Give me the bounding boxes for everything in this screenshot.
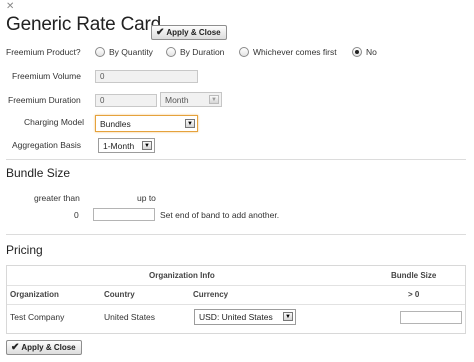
radio-by-duration-label[interactable]: By Duration [180,47,224,57]
section-divider [6,234,466,235]
greater-than-value: 0 [74,210,79,220]
pricing-title: Pricing [6,243,43,257]
charging-model-select[interactable]: Bundles ▼ [95,115,198,132]
apply-close-button-bottom[interactable]: ✔ Apply & Close [6,340,82,355]
radio-no[interactable] [352,47,362,57]
radio-by-duration[interactable] [166,47,176,57]
radio-by-quantity[interactable] [95,47,105,57]
checkmark-icon: ✔ [156,26,165,38]
row-currency-select[interactable]: USD: United States ▼ [194,309,296,325]
up-to-input[interactable] [93,208,155,221]
up-to-label: up to [137,193,156,203]
apply-close-label: Apply & Close [166,28,221,37]
duration-unit-value: Month [165,95,189,105]
freemium-duration-input[interactable]: 0 [95,94,157,107]
page-title: Generic Rate Card [6,14,162,35]
checkmark-icon: ✔ [11,341,20,353]
chevron-down-icon: ▼ [283,312,293,321]
section-divider [6,159,466,160]
row-country: United States [104,312,156,322]
freemium-product-label: Freemium Product? [6,47,81,57]
row-currency-value: USD: United States [199,312,273,322]
bundle-size-title: Bundle Size [6,166,71,180]
charging-model-value: Bundles [100,119,131,129]
bundle-hint: Set end of band to add another. [160,210,280,220]
column-header-currency: Currency [193,290,229,299]
aggregation-basis-value: 1-Month [103,141,135,151]
radio-whichever-first[interactable] [239,47,249,57]
apply-close-label: Apply & Close [21,343,76,352]
freemium-volume-label: Freemium Volume [12,71,81,81]
chevron-down-icon: ▼ [185,119,195,128]
chevron-down-icon: ▼ [142,141,152,150]
row-organization: Test Company [10,312,65,322]
chevron-down-icon: ▼ [209,95,219,104]
column-header-organization: Organization [10,290,59,299]
group-header-bundle-size: Bundle Size [391,271,437,280]
freemium-duration-unit-select[interactable]: Month ▼ [160,92,222,107]
aggregation-basis-select[interactable]: 1-Month ▼ [98,138,155,153]
radio-by-quantity-label[interactable]: By Quantity [109,47,153,57]
aggregation-basis-label: Aggregation Basis [12,140,81,150]
column-header-country: Country [104,290,135,299]
apply-close-button-top[interactable]: ✔ Apply & Close [151,25,227,40]
greater-than-label: greater than [34,193,80,203]
radio-no-label[interactable]: No [366,47,377,57]
row-bundle-price-input[interactable] [400,311,462,324]
column-header-bundle-gt-0: > 0 [408,290,420,299]
close-icon[interactable]: ✕ [6,2,14,12]
freemium-volume-input[interactable]: 0 [95,70,198,83]
charging-model-label: Charging Model [24,117,85,127]
radio-whichever-first-label[interactable]: Whichever comes first [253,47,337,57]
freemium-duration-label: Freemium Duration [8,95,81,105]
group-header-org-info: Organization Info [149,271,215,280]
table-column-header-row [7,286,465,305]
